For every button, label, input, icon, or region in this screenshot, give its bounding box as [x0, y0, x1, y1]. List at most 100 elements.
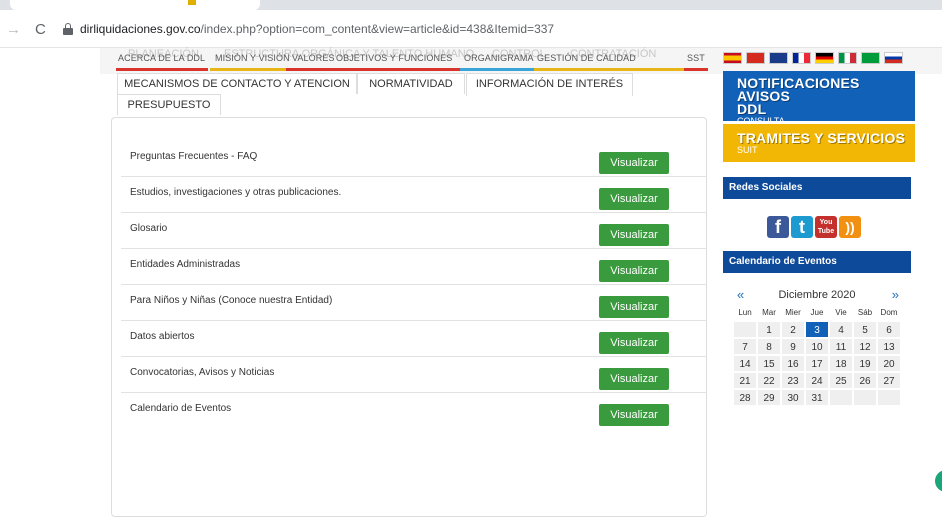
- browser-tab-strip: [0, 0, 942, 10]
- calendar-day[interactable]: 27: [877, 372, 901, 389]
- calendar-day[interactable]: 29: [757, 389, 781, 406]
- tab-informacion-interes[interactable]: INFORMACIÓN DE INTERÉS: [466, 73, 633, 96]
- menu-organigrama[interactable]: ORGANIGRAMA: [464, 53, 534, 63]
- menu-underline: [534, 68, 684, 71]
- list-item-label: Calendario de Eventos: [130, 403, 232, 414]
- reload-icon[interactable]: C: [35, 22, 46, 37]
- visualizar-button[interactable]: Visualizar: [599, 332, 669, 354]
- calendar-day[interactable]: 15: [757, 355, 781, 372]
- menu-objetivos[interactable]: OBJETIVOS Y FUNCIONES: [336, 53, 452, 63]
- calendar-day[interactable]: 31: [805, 389, 829, 406]
- flag-it-icon[interactable]: [838, 52, 857, 64]
- calendar-day[interactable]: 10: [805, 338, 829, 355]
- calendar-day[interactable]: 28: [733, 389, 757, 406]
- calendar-empty-cell: [853, 389, 877, 406]
- flag-uk-icon[interactable]: [769, 52, 788, 64]
- calendar-day[interactable]: 5: [853, 321, 877, 338]
- menu-acerca[interactable]: ACERCA DE LA DDL: [118, 53, 205, 63]
- favicon-icon: [188, 0, 196, 5]
- calendar-day[interactable]: 23: [781, 372, 805, 389]
- lock-icon[interactable]: [63, 23, 73, 35]
- visualizar-button[interactable]: Visualizar: [599, 404, 669, 426]
- calendar-day[interactable]: 2: [781, 321, 805, 338]
- calendar-day[interactable]: 20: [877, 355, 901, 372]
- browser-tab[interactable]: [10, 0, 260, 10]
- menu-underline: [210, 68, 286, 71]
- visualizar-button[interactable]: Visualizar: [599, 368, 669, 390]
- tab-mecanismos[interactable]: MECANISMOS DE CONTACTO Y ATENCION: [117, 73, 357, 94]
- facebook-icon[interactable]: f: [767, 216, 789, 238]
- visualizar-button[interactable]: Visualizar: [599, 224, 669, 246]
- menu-underline: [116, 68, 208, 71]
- list-item: Glosario Visualizar: [121, 213, 706, 249]
- calendar-day[interactable]: 19: [853, 355, 877, 372]
- visualizar-button[interactable]: Visualizar: [599, 188, 669, 210]
- flag-ru-icon[interactable]: [884, 52, 903, 64]
- calendar-day[interactable]: 11: [829, 338, 853, 355]
- calendar-day[interactable]: 24: [805, 372, 829, 389]
- social-icons: f t You Tube )): [767, 216, 861, 238]
- calendar-day[interactable]: 7: [733, 338, 757, 355]
- list-item: Convocatorias, Avisos y Noticias Visuali…: [121, 357, 706, 393]
- visualizar-button[interactable]: Visualizar: [599, 296, 669, 318]
- calendar-day[interactable]: 26: [853, 372, 877, 389]
- youtube-icon[interactable]: You Tube: [815, 216, 837, 238]
- flag-br-icon[interactable]: [861, 52, 880, 64]
- calendar-day[interactable]: 18: [829, 355, 853, 372]
- tramites-title: TRAMITES Y SERVICIOS: [737, 130, 906, 146]
- calendar-day[interactable]: 25: [829, 372, 853, 389]
- menu-valores[interactable]: VALORES: [292, 53, 335, 63]
- calendar-empty-cell: [733, 321, 757, 338]
- tramites-banner[interactable]: TRAMITES Y SERVICIOS SUIT: [723, 124, 915, 162]
- notificaciones-title: NOTIFICACIONES AVISOS: [737, 75, 860, 104]
- calendar-empty-cell: [877, 389, 901, 406]
- flag-cn-icon[interactable]: [746, 52, 765, 64]
- calendar-day[interactable]: 14: [733, 355, 757, 372]
- redes-sociales-heading: Redes Sociales: [723, 177, 911, 199]
- calendar-prev-icon[interactable]: «: [737, 285, 744, 305]
- calendar-next-icon[interactable]: »: [892, 285, 899, 305]
- chat-bubble-icon[interactable]: [935, 470, 942, 492]
- calendar-day[interactable]: 30: [781, 389, 805, 406]
- calendar-day-of-week: Mar: [762, 308, 776, 317]
- tab-presupuesto[interactable]: PRESUPUESTO: [117, 94, 221, 115]
- calendar-month: Diciembre 2020: [778, 289, 856, 301]
- list-item-label: Glosario: [130, 223, 168, 234]
- calendar-day[interactable]: 4: [829, 321, 853, 338]
- calendar-day[interactable]: 22: [757, 372, 781, 389]
- back-arrow-icon[interactable]: →: [6, 22, 21, 37]
- menu-underline: [332, 68, 460, 71]
- list-item-label: Datos abiertos: [130, 331, 195, 342]
- menu-calidad[interactable]: GESTIÓN DE CALIDAD: [537, 53, 636, 63]
- flag-fr-icon[interactable]: [792, 52, 811, 64]
- notificaciones-banner[interactable]: NOTIFICACIONES AVISOS DDL CONSULTA: [723, 71, 915, 126]
- tab-normatividad[interactable]: NORMATIVIDAD: [357, 73, 465, 94]
- list-item: Datos abiertos Visualizar: [121, 321, 706, 357]
- list-item: Para Niños y Niñas (Conoce nuestra Entid…: [121, 285, 706, 321]
- visualizar-button[interactable]: Visualizar: [599, 152, 669, 174]
- calendar-day-of-week: Jue: [810, 308, 824, 317]
- flag-es-icon[interactable]: [723, 52, 742, 64]
- calendar-day[interactable]: 13: [877, 338, 901, 355]
- calendar-day[interactable]: 17: [805, 355, 829, 372]
- list-item-label: Para Niños y Niñas (Conoce nuestra Entid…: [130, 295, 333, 306]
- calendar-grid: Lun Mar Mier Jue Vie Sáb Dom 1 2 3 4 5 6 7 8 9 10 11 12 13 1…: [733, 305, 901, 406]
- calendario-heading: Calendario de Eventos: [723, 251, 911, 273]
- twitter-icon[interactable]: t: [791, 216, 813, 238]
- flag-de-icon[interactable]: [815, 52, 834, 64]
- rss-icon[interactable]: )): [839, 216, 861, 238]
- menu-sst[interactable]: SST: [687, 53, 705, 63]
- url-text[interactable]: dirliquidaciones.gov.co/index.php?option…: [80, 22, 554, 36]
- calendar-day[interactable]: 6: [877, 321, 901, 338]
- calendar-day[interactable]: 1: [757, 321, 781, 338]
- calendar-day[interactable]: 16: [781, 355, 805, 372]
- calendar-day[interactable]: 3: [805, 321, 829, 338]
- calendar-day[interactable]: 12: [853, 338, 877, 355]
- calendar-day[interactable]: 8: [757, 338, 781, 355]
- list-item: Estudios, investigaciones y otras public…: [121, 177, 706, 213]
- calendar-day[interactable]: 21: [733, 372, 757, 389]
- menu-mision[interactable]: MISIÓN Y VISIÓN: [215, 53, 290, 63]
- visualizar-button[interactable]: Visualizar: [599, 260, 669, 282]
- calendar-day[interactable]: 9: [781, 338, 805, 355]
- menu-underline: [286, 68, 332, 71]
